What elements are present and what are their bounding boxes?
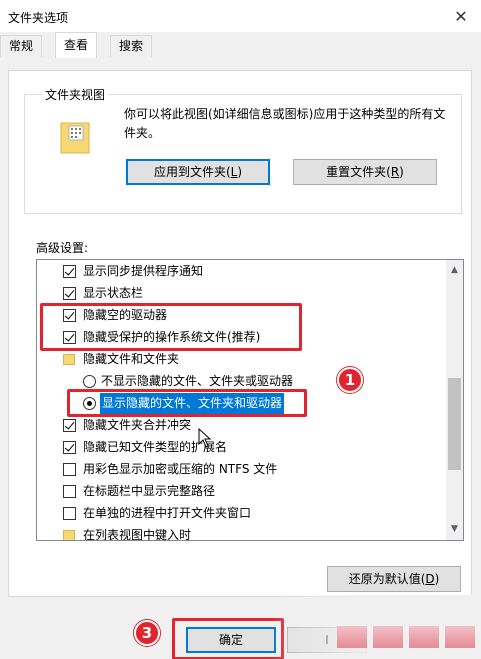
checkbox[interactable] — [63, 441, 76, 454]
list-item[interactable]: 不显示隐藏的文件、文件夹或驱动器 — [37, 371, 447, 392]
list-item[interactable]: 隐藏受保护的操作系统文件(推荐) — [37, 327, 447, 348]
radio-button[interactable] — [83, 375, 96, 388]
folder-views-legend: 文件夹视图 — [42, 86, 109, 103]
list-item[interactable]: 显示隐藏的文件、文件夹和驱动器 — [37, 393, 447, 414]
list-item[interactable]: 隐藏已知文件类型的扩展名 — [37, 437, 447, 458]
folder-views-description: 你可以将此视图(如详细信息或图标)应用于这种类型的所有文件夹。 — [124, 107, 446, 140]
checkbox[interactable] — [63, 309, 76, 322]
step-badge-1: 1 — [337, 367, 363, 393]
checkbox[interactable] — [63, 265, 76, 278]
tab-view[interactable]: 查看 — [55, 32, 98, 58]
list-item[interactable]: 用彩色显示加密或压缩的 NTFS 文件 — [37, 459, 447, 480]
step-badge-3: 3 — [134, 620, 160, 646]
scroll-down-icon[interactable]: ▼ — [446, 521, 463, 538]
scroll-thumb[interactable] — [448, 378, 461, 470]
window-title: 文件夹选项 — [8, 11, 69, 25]
mouse-cursor-icon — [198, 428, 212, 448]
list-scrollbar[interactable]: ▲ ▼ — [446, 260, 463, 540]
ok-button[interactable]: 确定 — [186, 627, 276, 653]
folder-icon — [63, 530, 75, 540]
folder-view-icon — [60, 122, 90, 154]
checkbox[interactable] — [63, 287, 76, 300]
checkbox[interactable] — [63, 331, 76, 344]
watermark-logo — [337, 622, 477, 654]
list-item[interactable]: 显示状态栏 — [37, 283, 447, 304]
checkbox[interactable] — [63, 463, 76, 476]
list-item: 在列表视图中键入时 — [37, 525, 447, 540]
title-bar: 文件夹选项 ✕ — [0, 0, 481, 32]
tab-search[interactable]: 搜索 — [110, 35, 153, 57]
tab-general[interactable]: 常规 — [0, 35, 43, 57]
apply-to-folders-button[interactable]: 应用到文件夹(L) — [126, 159, 270, 185]
checkbox[interactable] — [63, 485, 76, 498]
checkbox[interactable] — [63, 419, 76, 432]
checkbox[interactable] — [63, 507, 76, 520]
list-item: 隐藏文件和文件夹 — [37, 349, 447, 370]
close-icon[interactable]: ✕ — [441, 0, 481, 32]
advanced-settings-list[interactable]: 显示同步提供程序通知 显示状态栏 隐藏空的驱动器 隐藏受保护的操作系统文件(推荐… — [36, 259, 464, 541]
list-item[interactable]: 隐藏空的驱动器 — [37, 305, 447, 326]
folder-icon — [63, 354, 75, 365]
radio-button[interactable] — [83, 397, 96, 410]
list-item[interactable]: 在标题栏中显示完整路径 — [37, 481, 447, 502]
list-item[interactable]: 显示同步提供程序通知 — [37, 261, 447, 282]
list-item[interactable]: 在单独的进程中打开文件夹窗口 — [37, 503, 447, 524]
scroll-up-icon[interactable]: ▲ — [446, 262, 463, 279]
list-item[interactable]: 隐藏文件夹合并冲突 — [37, 415, 447, 436]
restore-defaults-button[interactable]: 还原为默认值(D) — [327, 566, 461, 592]
reset-folders-button[interactable]: 重置文件夹(R) — [293, 159, 437, 185]
advanced-settings-label: 高级设置: — [36, 241, 89, 255]
